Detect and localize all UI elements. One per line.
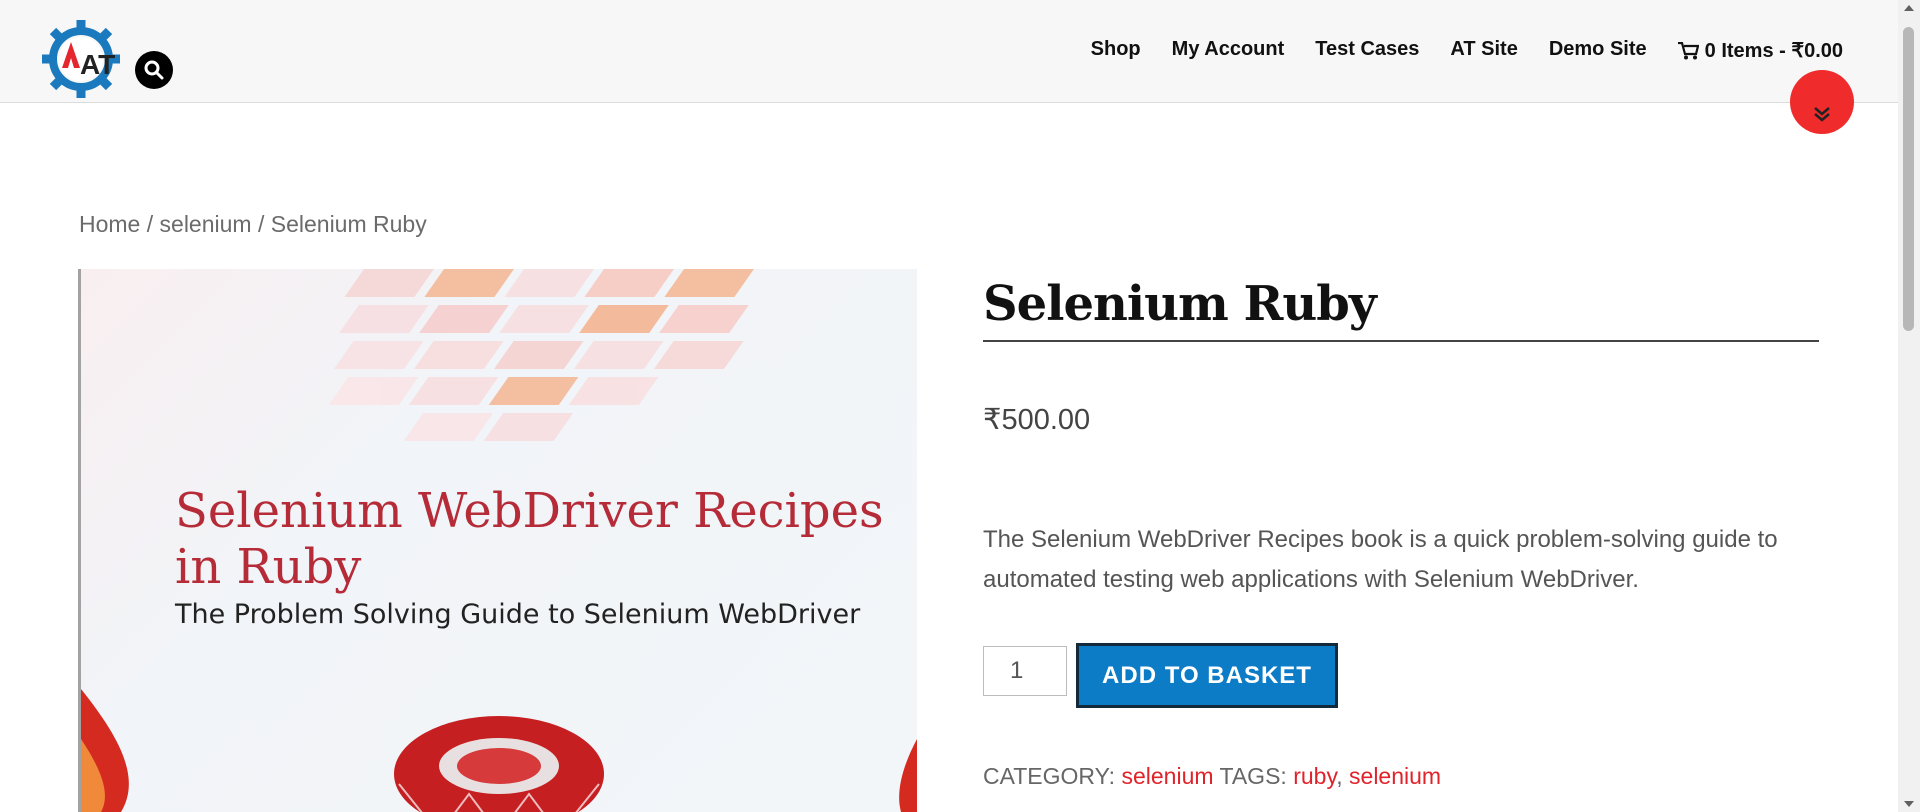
double-chevron-down-icon — [1814, 107, 1830, 122]
add-to-basket-button[interactable]: ADD TO BASKET — [1079, 646, 1335, 705]
gear-logo-icon: AT — [42, 20, 120, 98]
scrollbar-thumb[interactable] — [1903, 27, 1914, 331]
nav-test-cases[interactable]: Test Cases — [1315, 38, 1419, 63]
cart-link[interactable]: 0 Items - ₹0.00 — [1677, 38, 1843, 63]
cover-subtitle: The Problem Solving Guide to Selenium We… — [175, 599, 861, 630]
search-button[interactable] — [135, 51, 173, 89]
scroll-up-arrow[interactable] — [1904, 5, 1914, 11]
tag-separator: , — [1336, 763, 1350, 789]
logo-text: AT — [80, 49, 115, 80]
cover-title-line-1: Selenium WebDriver Recipes — [175, 483, 884, 539]
product-price: ₹500.00 — [983, 404, 1091, 436]
breadcrumb-separator: / — [146, 211, 160, 237]
nav-demo-site[interactable]: Demo Site — [1549, 38, 1647, 63]
tag-link-ruby[interactable]: ruby — [1293, 763, 1336, 789]
product-title: Selenium Ruby — [983, 276, 1819, 342]
tags-label: TAGS: — [1219, 763, 1287, 789]
category-link[interactable]: selenium — [1121, 763, 1213, 789]
breadcrumb-category[interactable]: selenium — [160, 211, 252, 237]
cover-title-line-2: in Ruby — [175, 539, 362, 595]
scroll-down-button[interactable] — [1790, 70, 1854, 134]
nav-my-account[interactable]: My Account — [1172, 38, 1285, 63]
main-navigation: Shop My Account Test Cases AT Site Demo … — [1091, 38, 1843, 63]
category-label: CATEGORY: — [983, 763, 1116, 789]
ruby-gem-illustration — [394, 716, 604, 812]
search-icon — [144, 60, 164, 80]
product-summary: Selenium Ruby ₹500.00 The Selenium WebDr… — [983, 276, 1819, 789]
product-description: The Selenium WebDriver Recipes book is a… — [983, 526, 1778, 593]
breadcrumb-separator: / — [257, 211, 271, 237]
cart-icon — [1677, 41, 1699, 59]
vertical-scrollbar[interactable] — [1898, 0, 1920, 812]
scroll-down-arrow[interactable] — [1904, 801, 1914, 807]
site-header: AT Shop My Account Test Cases AT Site De… — [0, 0, 1898, 103]
tag-link-selenium[interactable]: selenium — [1349, 763, 1441, 789]
cover-title: Selenium WebDriver Recipes in Ruby — [175, 483, 884, 595]
breadcrumb: Home / selenium / Selenium Ruby — [79, 211, 427, 238]
nav-at-site[interactable]: AT Site — [1450, 38, 1517, 63]
product-meta: CATEGORY: selenium TAGS: ruby, selenium — [983, 763, 1441, 790]
breadcrumb-current: Selenium Ruby — [270, 211, 427, 237]
cart-summary: 0 Items - ₹0.00 — [1704, 40, 1843, 62]
quantity-input[interactable] — [983, 646, 1067, 696]
site-logo[interactable]: AT — [42, 20, 120, 98]
breadcrumb-home[interactable]: Home — [79, 211, 140, 237]
nav-shop[interactable]: Shop — [1091, 38, 1141, 63]
product-image[interactable]: Selenium WebDriver Recipes in Ruby The P… — [78, 269, 917, 812]
